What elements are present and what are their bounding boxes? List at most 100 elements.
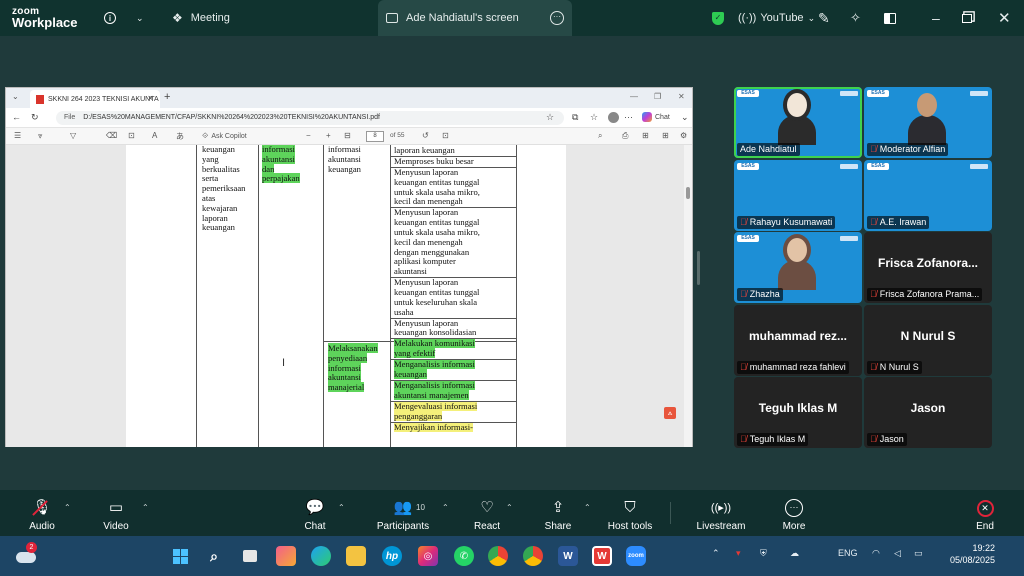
close-icon[interactable]: ✕ — [678, 92, 685, 101]
volume-icon[interactable]: ◁ — [894, 548, 901, 559]
participant-tile[interactable]: ESAS 🎙̸ Moderator Alfian — [864, 87, 992, 158]
security-tray-icon[interactable]: ⛨ — [760, 548, 767, 559]
participant-tile[interactable]: Teguh Iklas M 🎙̸ Teguh Iklas M — [734, 377, 862, 448]
rotate-icon[interactable]: ↺ — [422, 131, 429, 140]
view-layout-icon[interactable] — [884, 0, 896, 36]
more-button[interactable]: ··· More — [778, 490, 810, 536]
instagram-icon[interactable]: ◎ — [418, 546, 438, 566]
page-view-icon[interactable]: ⊡ — [442, 131, 449, 140]
livestream-youtube-button[interactable]: ((·)) YouTube ⌄ — [738, 0, 815, 36]
tab-meeting[interactable]: ❖ Meeting — [172, 0, 230, 36]
cloud-tray-icon[interactable]: ☁ — [790, 548, 799, 559]
windows-start-icon[interactable] — [170, 546, 190, 566]
ai-sparkle-icon[interactable]: ✧ — [850, 0, 861, 36]
system-clock[interactable]: 19:22 05/08/2025 — [950, 542, 995, 566]
restore-icon[interactable] — [962, 0, 972, 36]
profile-avatar[interactable] — [608, 112, 619, 123]
stage-divider[interactable] — [697, 251, 700, 285]
more-icon[interactable]: ··· — [624, 112, 633, 122]
close-icon[interactable]: ✕ — [998, 0, 1011, 36]
new-tab-icon[interactable]: + — [164, 91, 170, 103]
participant-tile[interactable]: ESAS 🎙̸ Rahayu Kusumawati — [734, 159, 862, 231]
pdf-scrollbar[interactable] — [684, 145, 692, 447]
share-options-caret[interactable]: ⌃ — [584, 503, 591, 512]
translate-icon[interactable]: あ — [176, 131, 184, 142]
favorites-icon[interactable]: ☆ — [590, 112, 598, 123]
video-options-caret[interactable]: ⌃ — [142, 503, 149, 512]
participant-tile[interactable]: N Nurul S 🎙̸ N Nurul S — [864, 304, 992, 376]
participant-tile[interactable]: muhammad rez... 🎙̸ muhammad reza fahlevi — [734, 304, 862, 376]
file-explorer-icon[interactable] — [346, 546, 366, 566]
chevron-up-icon[interactable]: ⌃ — [712, 548, 720, 559]
react-button[interactable]: ♡ React — [472, 490, 502, 536]
close-tab-icon[interactable]: ✕ — [147, 94, 154, 103]
eraser-icon[interactable]: ⌫ — [106, 131, 117, 140]
ask-copilot-button[interactable]: ⟐ Ask Copilot — [202, 131, 247, 141]
favorite-star-icon[interactable]: ☆ — [546, 112, 554, 123]
weather-widget[interactable]: 2 — [14, 542, 38, 566]
whatsapp-icon[interactable]: ✆ — [454, 546, 474, 566]
chat-button[interactable]: 💬 Chat — [300, 490, 330, 536]
participants-button[interactable]: 👥 Participants — [374, 490, 432, 536]
zoom-out-icon[interactable]: − — [306, 131, 311, 140]
save-icon[interactable]: ⊞ — [642, 131, 649, 140]
chevron-down-icon[interactable]: ⌄ — [681, 112, 689, 123]
battery-icon[interactable]: ▭ — [914, 548, 923, 559]
language-indicator[interactable]: ENG — [838, 548, 858, 558]
participants-options-caret[interactable]: ⌃ — [442, 503, 449, 512]
end-meeting-button[interactable]: ✕ End — [970, 490, 1000, 536]
draw-icon[interactable]: ▽ — [70, 131, 76, 140]
wifi-icon[interactable]: ◠ — [872, 548, 880, 559]
participant-tile[interactable]: ESAS 🎙̸ Zhazha — [734, 232, 862, 303]
minimize-icon[interactable]: — — [630, 92, 638, 101]
refresh-icon[interactable]: ↻ — [31, 112, 39, 123]
search-icon[interactable]: ⌕ — [204, 546, 224, 566]
task-view-icon[interactable] — [240, 546, 260, 566]
print-icon[interactable]: ⎙ — [622, 131, 628, 141]
extensions-icon[interactable]: ⧉ — [572, 112, 578, 123]
edge-browser-icon[interactable] — [311, 546, 331, 566]
restore-icon[interactable]: ❐ — [654, 92, 661, 101]
scrollbar-thumb[interactable] — [686, 187, 690, 199]
copilot-app-icon[interactable] — [276, 546, 296, 566]
url-field[interactable]: File D:/ESAS%20MANAGEMENT/CFAP/SKKNI%202… — [56, 111, 564, 125]
audio-options-caret[interactable]: ⌃ — [64, 503, 71, 512]
back-arrow-icon[interactable]: ← — [12, 112, 21, 122]
more-options-icon[interactable]: ··· — [550, 11, 564, 25]
save-as-icon[interactable]: ⊞ — [662, 131, 669, 140]
zoom-in-icon[interactable]: + — [326, 131, 331, 140]
participant-tile[interactable]: Frisca Zofanora... 🎙̸ Frisca Zofanora Pram… — [864, 232, 992, 303]
text-box-icon[interactable]: ⊡ — [128, 131, 135, 140]
browser-tab-pdf[interactable]: SKKNI 264 2023 TEKNISI AKUNTA ✕ — [30, 90, 160, 108]
chrome-icon[interactable] — [488, 546, 508, 566]
settings-icon[interactable]: ⚙ — [680, 131, 687, 140]
react-options-caret[interactable]: ⌃ — [506, 503, 513, 512]
zoom-app-icon[interactable]: zoom — [626, 546, 646, 566]
wps-office-icon[interactable]: W — [592, 546, 612, 566]
participant-tile[interactable]: Jason 🎙̸ Jason — [864, 377, 992, 448]
audio-button[interactable]: 🎙 Audio — [24, 490, 60, 536]
page-number-input[interactable]: 8 — [366, 131, 384, 142]
livestream-button[interactable]: ((▸)) Livestream — [694, 490, 748, 536]
word-icon[interactable]: W — [558, 546, 578, 566]
meeting-info-button[interactable]: i — [104, 0, 116, 36]
annotate-pen-icon[interactable]: ✎ — [818, 0, 830, 36]
search-icon[interactable]: ⌕ — [598, 131, 602, 141]
tab-list-icon[interactable]: ⌄ — [12, 92, 19, 101]
chevron-down-icon[interactable]: ⌄ — [136, 0, 144, 36]
chrome-profile-icon[interactable] — [523, 546, 543, 566]
participant-tile[interactable]: ESAS 🎙̸ A.E. Irawan — [864, 159, 992, 231]
tray-app-icon[interactable]: ▾ — [736, 548, 741, 559]
share-button[interactable]: ⇪ Share — [543, 490, 573, 536]
tab-shared-screen[interactable]: Ade Nahdiatul's screen ··· — [378, 0, 572, 36]
participant-tile[interactable]: ESAS Ade Nahdiatul — [734, 87, 862, 158]
contents-list-icon[interactable]: ☰ — [14, 131, 21, 140]
fit-page-icon[interactable]: ⊟ — [344, 131, 351, 140]
video-button[interactable]: ▭ Video — [100, 490, 132, 536]
hp-icon[interactable]: hp — [382, 546, 402, 566]
chat-options-caret[interactable]: ⌃ — [338, 503, 345, 512]
copilot-chat-button[interactable]: Chat — [642, 112, 670, 122]
pdf-viewport[interactable]: keuangan yang berkualitas serta pemeriksaan a… — [6, 145, 692, 447]
minimize-icon[interactable]: – — [932, 0, 940, 36]
security-shield-icon[interactable]: ✓ — [712, 0, 724, 36]
